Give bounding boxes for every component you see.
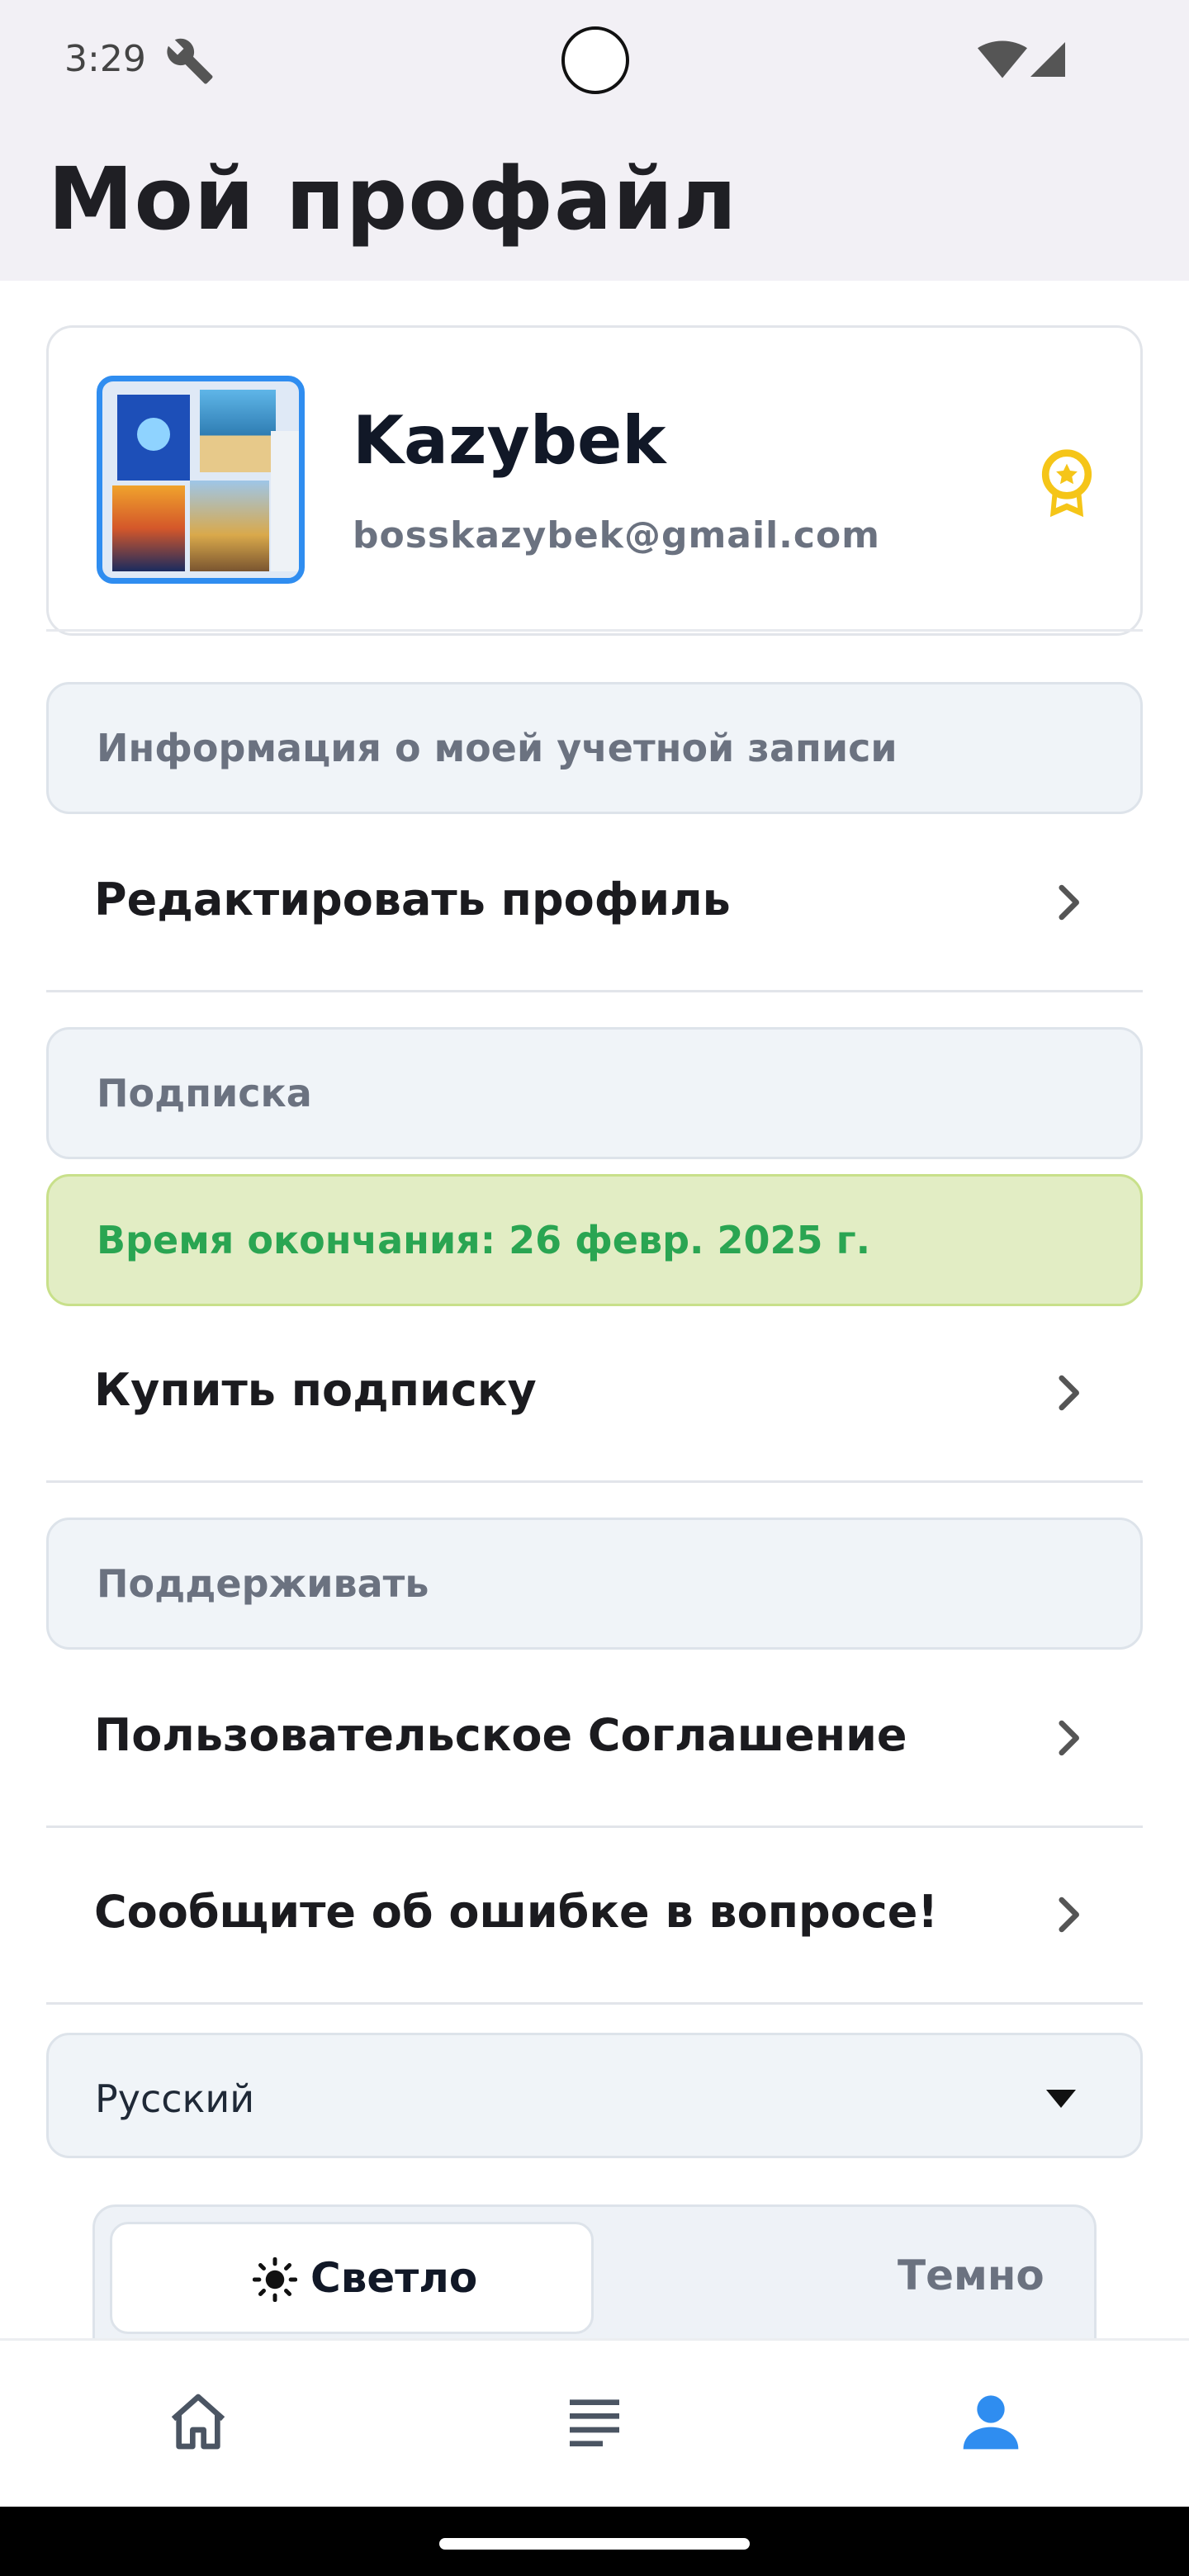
avatar-tile-beach — [200, 390, 276, 472]
theme-light-label: Светло — [310, 2254, 478, 2302]
language-dropdown[interactable]: Русский — [46, 2033, 1143, 2158]
page-header: Мой профайл — [0, 116, 1189, 281]
divider — [46, 629, 1143, 632]
section-subscription-label: Подписка — [97, 1071, 312, 1115]
wifi-icon — [978, 40, 1027, 78]
status-bar: 3:29 — [0, 0, 1189, 116]
camera-cutout — [561, 26, 629, 94]
chevron-right-icon — [1059, 1375, 1079, 1411]
wrench-icon — [167, 38, 213, 84]
bottom-navigation — [0, 2338, 1189, 2507]
section-support: Поддерживать — [46, 1518, 1143, 1650]
sun-icon — [253, 2257, 297, 2302]
status-time: 3:29 — [64, 38, 146, 80]
chevron-right-icon — [1059, 1896, 1079, 1933]
home-icon[interactable] — [165, 2389, 231, 2455]
section-support-label: Поддерживать — [97, 1561, 429, 1606]
section-account-info-label: Информация о моей учетной записи — [97, 726, 898, 770]
edit-profile-label: Редактировать профиль — [94, 874, 731, 926]
chevron-right-icon — [1059, 1720, 1079, 1756]
page-title: Мой профайл — [48, 149, 738, 249]
home-gesture-pill[interactable] — [439, 2538, 750, 2550]
section-subscription: Подписка — [46, 1027, 1143, 1159]
list-icon[interactable] — [561, 2389, 628, 2455]
signal-icon — [1030, 42, 1065, 77]
system-gesture-bar — [0, 2507, 1189, 2576]
user-name: Kazybek — [353, 402, 666, 479]
user-agreement-label: Пользовательское Соглашение — [94, 1709, 907, 1761]
subscription-expiry-text: Время окончания: 26 февр. 2025 г. — [97, 1218, 871, 1262]
award-badge-icon — [1041, 449, 1092, 518]
edit-profile-row[interactable]: Редактировать профиль — [46, 819, 1143, 992]
profile-card[interactable]: Kazybek bosskazybek@gmail.com — [46, 325, 1143, 636]
subscription-expiry-banner: Время окончания: 26 февр. 2025 г. — [46, 1174, 1143, 1306]
theme-dark-label: Темно — [898, 2252, 1045, 2299]
theme-dark-button[interactable]: Темно — [599, 2222, 1082, 2334]
buy-subscription-label: Купить подписку — [94, 1364, 537, 1416]
avatar-tile-city — [190, 481, 269, 571]
report-error-label: Сообщите об ошибке в вопросе! — [94, 1886, 939, 1938]
profile-icon[interactable] — [958, 2389, 1024, 2455]
theme-light-button[interactable]: Светло — [110, 2222, 594, 2334]
buy-subscription-row[interactable]: Купить подписку — [46, 1309, 1143, 1483]
avatar-tile-cars — [112, 485, 185, 571]
caret-down-icon — [1046, 2090, 1076, 2108]
user-email: bosskazybek@gmail.com — [353, 514, 881, 556]
report-error-row[interactable]: Сообщите об ошибке в вопросе! — [46, 1831, 1143, 2005]
avatar-tile-paper — [271, 431, 299, 571]
user-agreement-row[interactable]: Пользовательское Соглашение — [46, 1655, 1143, 1828]
avatar-tile-flower — [137, 418, 170, 451]
moon-icon — [855, 2258, 874, 2296]
chevron-right-icon — [1059, 884, 1079, 921]
avatar[interactable] — [97, 376, 305, 584]
section-account-info: Информация о моей учетной записи — [46, 682, 1143, 814]
language-selected: Русский — [95, 2076, 255, 2121]
